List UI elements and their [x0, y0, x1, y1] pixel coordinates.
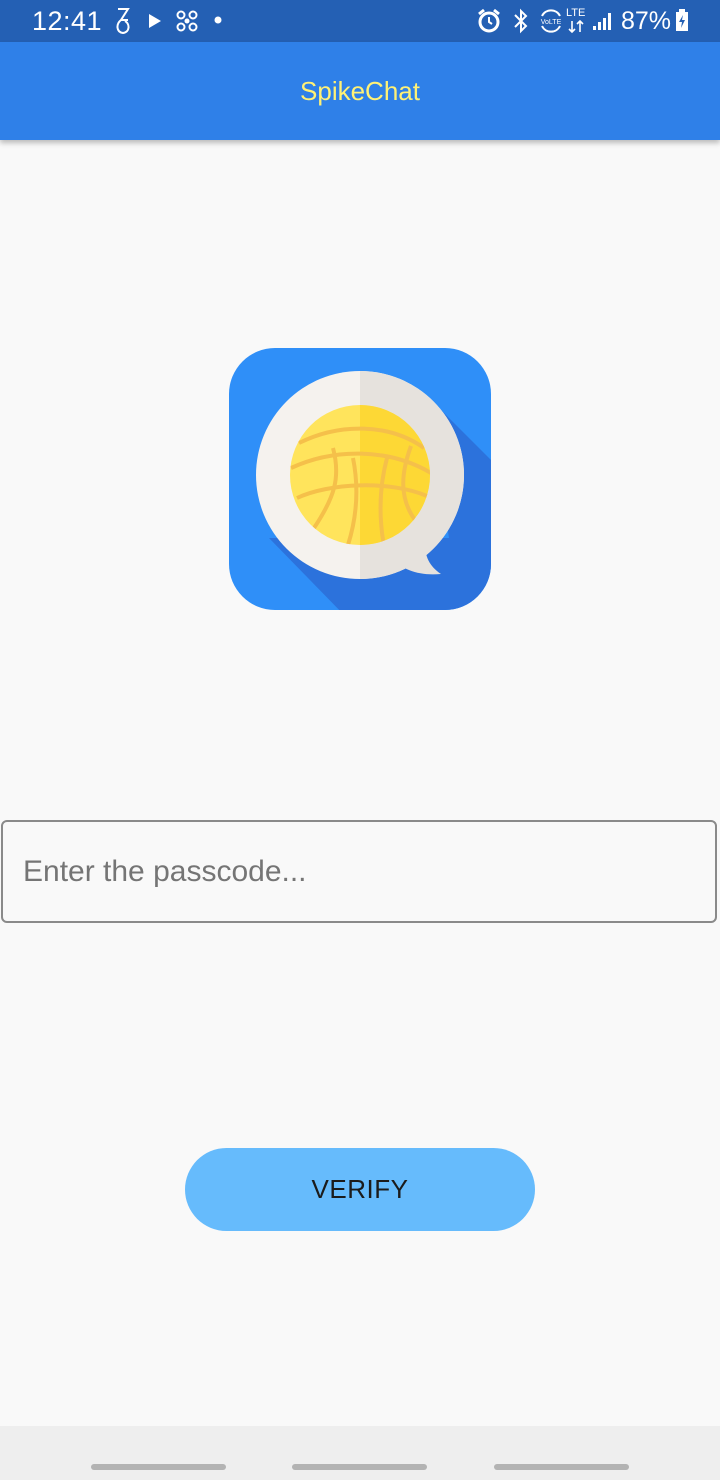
- app-bar: SpikeChat: [0, 42, 720, 140]
- play-icon: [149, 14, 161, 28]
- app-title: SpikeChat: [300, 76, 420, 106]
- nav-home-handle[interactable]: [292, 1464, 427, 1470]
- svg-text:VoLTE: VoLTE: [541, 19, 562, 26]
- bluetooth-icon: [514, 8, 528, 34]
- nav-back-handle[interactable]: [494, 1464, 629, 1470]
- fan-icon: [176, 10, 198, 32]
- dot-icon: [214, 16, 222, 24]
- signal-icon: [593, 13, 611, 30]
- app-logo: [229, 348, 491, 610]
- navigation-bar: [0, 1426, 720, 1480]
- status-time: 12:41: [32, 6, 103, 36]
- ring-icon: [116, 8, 130, 35]
- volte-icon: VoLTE: [539, 9, 563, 33]
- passcode-input[interactable]: [1, 820, 717, 923]
- status-bar: 12:41 VoLTE LTE 87%: [0, 0, 720, 42]
- alarm-icon: [478, 8, 500, 33]
- battery-percent: 87%: [621, 7, 672, 35]
- passcode-screen: 12:41 VoLTE LTE 87% SpikeChat VERIFY: [0, 0, 720, 1480]
- lte-icon: LTE: [565, 6, 589, 36]
- battery-charging-icon: [676, 9, 688, 31]
- nav-recents-handle[interactable]: [91, 1464, 226, 1470]
- verify-button[interactable]: VERIFY: [185, 1148, 535, 1231]
